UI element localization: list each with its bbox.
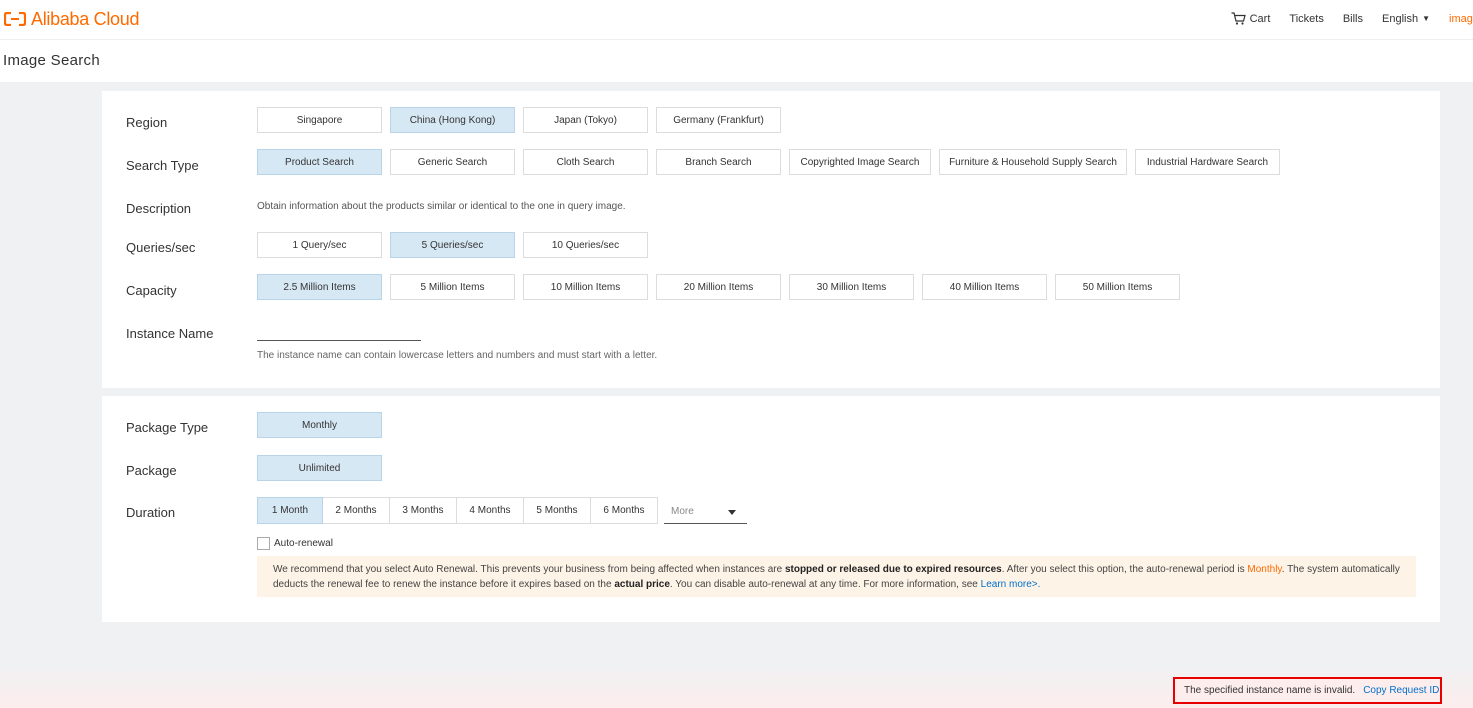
nav-tickets[interactable]: Tickets [1289,13,1323,25]
region-label: Region [126,115,168,130]
nav-cart-label: Cart [1249,12,1271,25]
billing-card: Package Type Monthly Package Unlimited D… [102,396,1440,622]
capacity-option-30m[interactable]: 30 Million Items [789,274,914,300]
language-label: English [1382,12,1419,25]
notice-bold-1: stopped or released due to expired resou… [784,564,1002,575]
duration-label: Duration [126,505,176,520]
notice-text-1: We recommend that you select Auto Renewa… [273,564,785,575]
capacity-options: 2.5 Million Items 5 Million Items 10 Mil… [257,274,1188,300]
queries-option-5[interactable]: 5 Queries/sec [390,232,515,258]
region-options: Singapore China (Hong Kong) Japan (Tokyo… [257,107,789,133]
search-type-generic[interactable]: Generic Search [390,149,515,175]
duration-more-select[interactable]: More [664,500,747,524]
search-type-furniture[interactable]: Furniture & Household Supply Search [939,149,1127,175]
queries-label: Queries/sec [126,240,196,255]
package-unlimited[interactable]: Unlimited [257,455,382,481]
nav-bills[interactable]: Bills [1343,13,1363,25]
user-account[interactable]: imag [1449,13,1473,25]
duration-options: 1 Month 2 Months 3 Months 4 Months 5 Mon… [257,497,658,524]
notice-bold-2: actual price [614,579,670,590]
language-selector[interactable]: English ▼ [1382,13,1430,25]
dropdown-arrow-icon [728,510,736,515]
notice-text-4: . You can disable auto-renewal at any ti… [669,579,981,590]
capacity-option-40m[interactable]: 40 Million Items [922,274,1047,300]
instance-name-hint: The instance name can contain lowercase … [257,350,658,361]
capacity-label: Capacity [126,283,177,298]
queries-option-10[interactable]: 10 Queries/sec [523,232,648,258]
capacity-option-50m[interactable]: 50 Million Items [1055,274,1180,300]
region-option-tokyo[interactable]: Japan (Tokyo) [523,107,648,133]
region-option-hong-kong[interactable]: China (Hong Kong) [390,107,515,133]
copy-request-id-link[interactable]: Copy Request ID [1363,685,1439,696]
search-type-options: Product Search Generic Search Cloth Sear… [257,149,1288,175]
more-select-label: More [671,506,694,517]
duration-3-months[interactable]: 3 Months [390,497,457,524]
cart-icon [1231,12,1246,25]
caret-down-icon: ▼ [1422,14,1430,23]
package-label: Package [126,463,177,478]
region-option-singapore[interactable]: Singapore [257,107,382,133]
top-bar: Alibaba Cloud Cart Tickets Bills English… [0,0,1473,40]
search-type-industrial[interactable]: Industrial Hardware Search [1135,149,1280,175]
instance-name-input[interactable] [257,324,421,341]
capacity-option-5m[interactable]: 5 Million Items [390,274,515,300]
auto-renewal-checkbox[interactable] [257,537,270,550]
capacity-option-2-5m[interactable]: 2.5 Million Items [257,274,382,300]
config-card: Region Singapore China (Hong Kong) Japan… [102,91,1440,388]
notice-period: Monthly [1247,564,1282,575]
auto-renewal: Auto-renewal [257,537,333,550]
search-type-product[interactable]: Product Search [257,149,382,175]
package-options: Unlimited [257,455,390,481]
capacity-option-20m[interactable]: 20 Million Items [656,274,781,300]
duration-5-months[interactable]: 5 Months [524,497,591,524]
search-type-copyrighted[interactable]: Copyrighted Image Search [789,149,931,175]
alibaba-cloud-logo[interactable]: Alibaba Cloud [4,8,139,30]
learn-more-link[interactable]: Learn more>. [981,579,1041,590]
notice-text-2: . After you select this option, the auto… [1001,564,1248,575]
alibaba-logo-icon [4,12,26,26]
search-type-cloth[interactable]: Cloth Search [523,149,648,175]
package-type-monthly[interactable]: Monthly [257,412,382,438]
search-type-label: Search Type [126,158,199,173]
capacity-option-10m[interactable]: 10 Million Items [523,274,648,300]
region-option-frankfurt[interactable]: Germany (Frankfurt) [656,107,781,133]
instance-name-label: Instance Name [126,326,214,341]
duration-6-months[interactable]: 6 Months [591,497,658,524]
nav-cart[interactable]: Cart [1231,12,1271,25]
duration-2-months[interactable]: 2 Months [323,497,390,524]
duration-4-months[interactable]: 4 Months [457,497,524,524]
description-text: Obtain information about the products si… [257,201,626,212]
page-title: Image Search [3,52,100,69]
top-nav: Cart Tickets Bills English ▼ imag [1231,12,1473,25]
auto-renewal-label: Auto-renewal [274,538,333,549]
error-message: The specified instance name is invalid. … [1173,677,1442,704]
auto-renewal-notice: We recommend that you select Auto Renewa… [257,556,1416,597]
duration-1-month[interactable]: 1 Month [257,497,323,524]
queries-option-1[interactable]: 1 Query/sec [257,232,382,258]
queries-options: 1 Query/sec 5 Queries/sec 10 Queries/sec [257,232,656,258]
logo-text: Alibaba Cloud [31,8,140,29]
description-label: Description [126,201,192,216]
search-type-branch[interactable]: Branch Search [656,149,781,175]
package-type-options: Monthly [257,412,390,438]
package-type-label: Package Type [126,420,209,435]
error-text: The specified instance name is invalid. [1184,685,1356,696]
